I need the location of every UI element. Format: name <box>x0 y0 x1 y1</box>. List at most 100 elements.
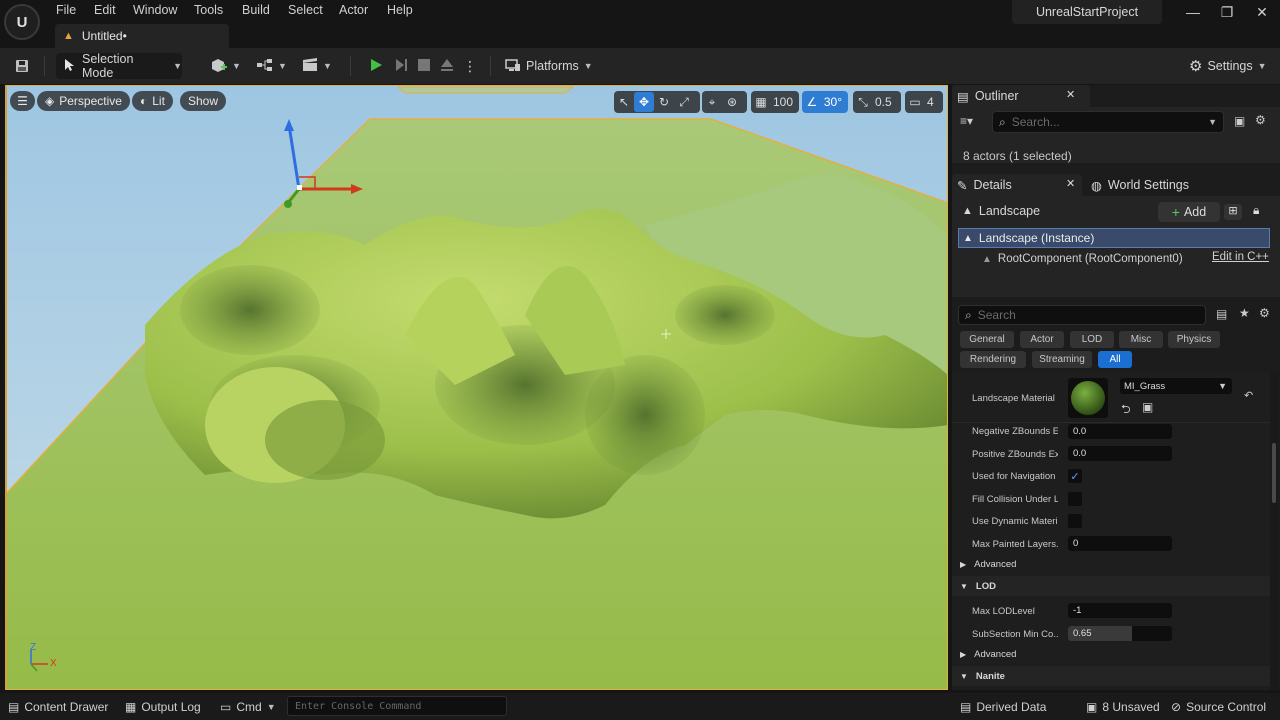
material-dropdown[interactable]: MI_Grass ▼ <box>1120 378 1232 394</box>
max-lod-input[interactable]: -1 <box>1068 603 1172 618</box>
menu-help[interactable]: Help <box>387 3 413 17</box>
filter-rendering[interactable]: Rendering <box>960 351 1026 368</box>
menu-file[interactable]: File <box>56 3 76 17</box>
close-details-icon[interactable]: ✕ <box>1066 177 1075 190</box>
menu-build[interactable]: Build <box>242 3 270 17</box>
translate-mode-icon[interactable]: ✥ <box>634 92 654 112</box>
outliner-search-input[interactable]: ⌕ Search... ▼ <box>992 111 1224 133</box>
output-log-button[interactable]: ▦ Output Log <box>125 698 201 715</box>
new-folder-icon[interactable]: ▣ <box>1234 114 1245 128</box>
details-scrollbar[interactable] <box>1270 373 1278 690</box>
save-icon[interactable] <box>12 53 32 79</box>
subsection-slider[interactable]: 0.65 <box>1068 626 1172 641</box>
lod-section-header[interactable]: ▼ LOD <box>952 576 1270 596</box>
details-search-input[interactable]: ⌕ Search <box>958 305 1206 325</box>
fill-collision-checkbox[interactable] <box>1068 492 1082 506</box>
filter-icon[interactable]: ≡▾ <box>960 114 973 128</box>
play-options-icon[interactable]: ⋮ <box>463 53 477 79</box>
console-input[interactable]: Enter Console Command <box>287 696 507 716</box>
add-content-button[interactable]: ▼ <box>210 53 241 79</box>
blueprint-convert-icon[interactable]: ⊞ <box>1224 204 1242 220</box>
filter-streaming[interactable]: Streaming <box>1032 351 1092 368</box>
close-button[interactable]: ✕ <box>1250 4 1274 24</box>
filter-lod[interactable]: LOD <box>1070 331 1114 348</box>
menu-select[interactable]: Select <box>288 3 323 17</box>
advanced-row-lod[interactable]: ▶ Advanced <box>952 644 1270 664</box>
details-settings-icon[interactable]: ⚙ <box>1259 306 1270 320</box>
content-drawer-button[interactable]: ▤ Content Drawer <box>8 698 108 715</box>
component-instance-row[interactable]: ▲ Landscape (Instance) <box>958 228 1270 248</box>
used-for-navigation-checkbox[interactable]: ✓ <box>1068 469 1082 483</box>
unsaved-button[interactable]: ▣ 8 Unsaved <box>1086 698 1160 715</box>
stop-button[interactable] <box>414 53 434 79</box>
blueprints-button[interactable]: ▼ <box>256 53 287 79</box>
document-title: Untitled• <box>81 29 127 43</box>
advance-frame-button[interactable] <box>391 53 411 79</box>
eject-button[interactable] <box>437 53 457 79</box>
world-space-icon[interactable]: ⌖ <box>702 92 722 112</box>
derived-data-label: Derived Data <box>976 699 1047 714</box>
filter-all[interactable]: All <box>1098 351 1132 368</box>
use-selected-asset-icon[interactable]: ⮌ <box>1121 400 1131 421</box>
material-thumbnail[interactable] <box>1068 378 1108 418</box>
add-component-button[interactable]: + Add <box>1158 202 1220 222</box>
camera-speed-button[interactable]: ▭ 4 <box>905 91 943 113</box>
menu-tools[interactable]: Tools <box>194 3 223 17</box>
actor-header: ▲ Landscape <box>962 199 1040 223</box>
grid-snap-toggle[interactable]: ▦ 100 <box>751 91 799 113</box>
perspective-button[interactable]: ◈ Perspective <box>37 91 130 111</box>
world-settings-tab[interactable]: ◍ World Settings <box>1091 173 1189 197</box>
nanite-section-header[interactable]: ▼ Nanite <box>952 666 1270 686</box>
filter-general[interactable]: General <box>960 331 1014 348</box>
level-viewport[interactable]: ☰ ◈ Perspective ◐ Lit Show ↖ ✥ ↻ ⤢ ⌖ ⊛ ▦… <box>5 85 948 690</box>
advanced2-label: Advanced <box>974 648 1017 660</box>
advanced-row[interactable]: ▶ Advanced <box>952 554 1270 574</box>
root-component-row[interactable]: ▲ RootComponent (RootComponent0) <box>982 250 1183 268</box>
derived-data-button[interactable]: ▤ Derived Data <box>960 698 1046 715</box>
filter-actor[interactable]: Actor <box>1020 331 1064 348</box>
menu-edit[interactable]: Edit <box>94 3 116 17</box>
edit-in-cpp-link[interactable]: Edit in C++ <box>1212 251 1269 263</box>
outliner-tab-content: ▤ Outliner <box>957 84 1019 108</box>
menu-actor[interactable]: Actor <box>339 3 368 17</box>
document-tab[interactable]: ▲ Untitled• <box>55 24 229 48</box>
rotation-snap-toggle[interactable]: ∠ 30° <box>802 91 848 113</box>
source-control-button[interactable]: ⊘ Source Control <box>1171 698 1266 715</box>
viewport-menu-button[interactable]: ☰ <box>10 91 35 111</box>
scale-snap-toggle[interactable]: ⤡ 0.5 <box>853 91 901 113</box>
positive-zbounds-input[interactable]: 0.0 <box>1068 446 1172 461</box>
cinematics-button[interactable]: ▼ <box>301 53 332 79</box>
platforms-dropdown[interactable]: Platforms ▼ <box>505 53 593 79</box>
subsection-value: 0.65 <box>1073 628 1092 639</box>
lock-icon[interactable]: 🔒︎ <box>1253 203 1259 218</box>
close-outliner-icon[interactable]: ✕ <box>1066 88 1075 101</box>
add-label: Add <box>1183 205 1207 219</box>
property-matrix-icon[interactable]: ▤ <box>1216 307 1227 321</box>
selection-mode-dropdown[interactable]: Selection Mode ▼ <box>56 52 182 80</box>
settings-dropdown[interactable]: ⚙ Settings ▼ <box>1189 53 1267 79</box>
scale-mode-icon[interactable]: ⤢ <box>674 92 694 112</box>
select-mode-icon[interactable]: ↖ <box>614 92 634 112</box>
maximize-button[interactable]: ❐ <box>1215 4 1239 24</box>
reset-to-default-icon[interactable]: ↶ <box>1244 389 1253 402</box>
unreal-logo[interactable]: U <box>4 4 40 40</box>
use-dynamic-material-checkbox[interactable] <box>1068 514 1082 528</box>
star-icon[interactable]: ★ <box>1239 306 1250 320</box>
minimize-button[interactable]: — <box>1181 4 1205 24</box>
lit-button[interactable]: ◐ Lit <box>132 91 173 111</box>
blueprint-icon <box>256 58 274 75</box>
surface-snap-icon[interactable]: ⊛ <box>722 92 742 112</box>
outliner-settings-icon[interactable]: ⚙ <box>1255 113 1266 127</box>
filter-misc[interactable]: Misc <box>1119 331 1163 348</box>
play-button[interactable] <box>366 53 386 79</box>
negative-zbounds-input[interactable]: 0.0 <box>1068 424 1172 439</box>
browse-asset-icon[interactable]: ▣ <box>1142 400 1153 414</box>
chevron-right-icon: ▶ <box>960 649 967 659</box>
rotate-mode-icon[interactable]: ↻ <box>654 92 674 112</box>
filter-physics[interactable]: Physics <box>1168 331 1220 348</box>
menu-window[interactable]: Window <box>133 3 177 17</box>
show-button[interactable]: Show <box>180 91 227 111</box>
cmd-dropdown[interactable]: ▭ Cmd ▼ <box>220 698 276 715</box>
max-painted-layers-input[interactable]: 0 <box>1068 536 1172 551</box>
scrollbar-thumb[interactable] <box>1272 443 1276 503</box>
